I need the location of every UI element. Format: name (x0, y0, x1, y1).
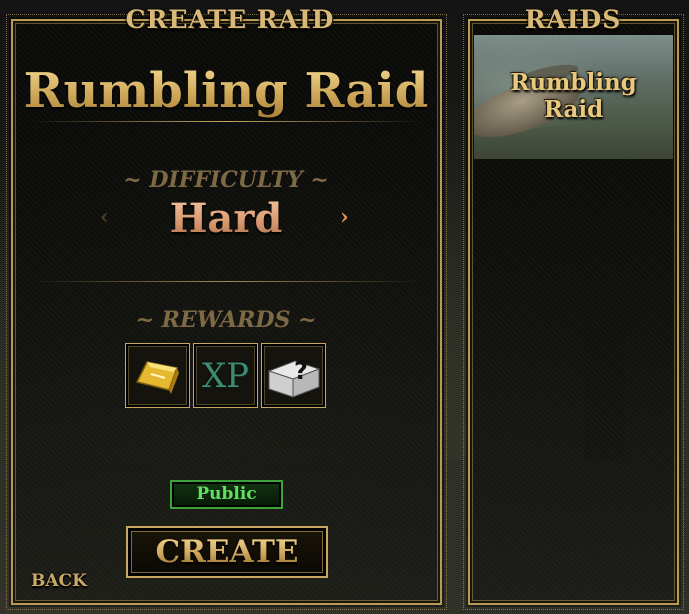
gold-bar-icon (135, 360, 179, 394)
difficulty-divider (30, 281, 422, 282)
svg-text:?: ? (294, 357, 308, 385)
raid-card-label: Rumbling Raid (474, 69, 673, 123)
rewards-label: ~ REWARDS ~ (135, 307, 317, 333)
mystery-crate-icon: ? (267, 357, 320, 398)
xp-icon: XP (201, 355, 250, 396)
raid-card-label-line1: Rumbling (510, 69, 637, 96)
raid-name-title: Rumbling Raid (20, 62, 432, 120)
create-button-label: CREATE (155, 534, 299, 570)
create-raid-header: CREATE RAID (125, 5, 335, 34)
raid-card-label-line2: Raid (543, 96, 604, 123)
difficulty-value: Hard (120, 195, 332, 243)
difficulty-prev-arrow[interactable]: ‹ (100, 204, 109, 230)
difficulty-next-arrow[interactable]: › (340, 204, 349, 230)
difficulty-label: ~ DIFFICULTY ~ (123, 167, 329, 193)
reward-slot-gold (125, 343, 190, 408)
raid-card-rumbling[interactable]: Rumbling Raid (474, 35, 673, 159)
visibility-toggle-button[interactable]: Public (170, 480, 283, 509)
reward-slot-xp: XP (193, 343, 258, 408)
back-button[interactable]: BACK (31, 571, 87, 591)
raids-header: RAIDS (524, 5, 622, 34)
reward-slot-mystery: ? (261, 343, 326, 408)
title-divider (30, 121, 422, 122)
create-button[interactable]: CREATE (126, 526, 328, 578)
